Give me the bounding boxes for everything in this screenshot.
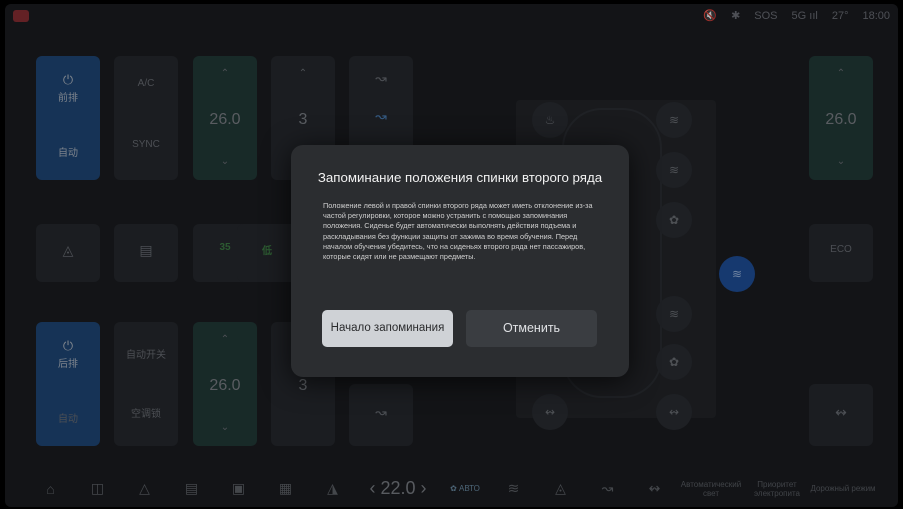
cancel-button[interactable]: Отменить — [466, 310, 597, 347]
start-memory-button[interactable]: Начало запоминания — [322, 310, 453, 347]
dialog-body: Положение левой и правой спинки второго … — [323, 201, 593, 262]
seatback-memory-dialog: Запоминание положения спинки второго ряд… — [291, 145, 629, 377]
infotainment-screen: 🔇 ✱ SOS 5G ııl 27° 18:00 ⏻ 前排 自动 A/C SYN… — [5, 4, 898, 507]
dialog-title: Запоминание положения спинки второго ряд… — [317, 170, 603, 185]
